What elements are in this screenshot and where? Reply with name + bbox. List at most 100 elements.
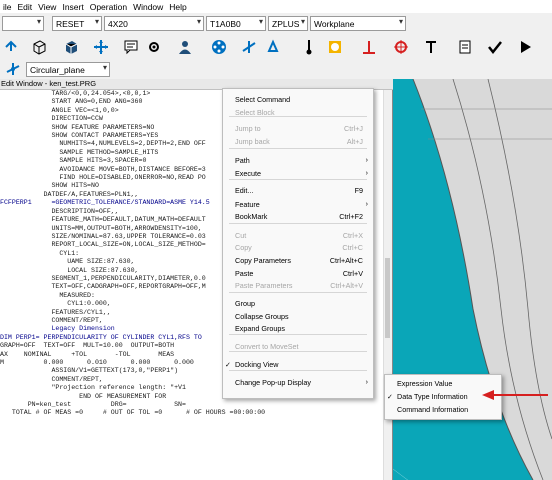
- menu-item-path[interactable]: Path ›: [223, 155, 373, 167]
- chevron-down-icon: ▾: [398, 17, 403, 26]
- menu-item-jump-to[interactable]: Jump to Ctrl+J: [223, 123, 373, 135]
- menu-item-label: Jump back: [235, 137, 270, 146]
- menu-item-change-pop-up-display[interactable]: Change Pop-up Display ›: [223, 377, 373, 389]
- menu-item-select-command[interactable]: Select Command: [223, 94, 373, 106]
- menu-help[interactable]: Help: [166, 2, 189, 12]
- plane-icon[interactable]: [4, 60, 22, 78]
- menu-item-label: Cut: [235, 231, 247, 240]
- reset-value: RESET: [56, 19, 85, 29]
- move-icon[interactable]: [92, 38, 110, 56]
- menu-item-cut[interactable]: Cut Ctrl+X: [223, 230, 373, 242]
- menu-item-group[interactable]: Group: [223, 298, 373, 310]
- menu-item-label: Convert to MoveSet: [235, 342, 299, 351]
- rotate-icon[interactable]: [264, 38, 282, 56]
- menu-item-shortcut: Ctrl+F2: [339, 212, 363, 221]
- chevron-right-icon: ›: [365, 170, 368, 177]
- menu-separator: [229, 223, 367, 224]
- menu-file[interactable]: ile: [0, 2, 15, 12]
- menu-item-paste-parameters[interactable]: Paste Parameters Ctrl+Alt+V: [223, 280, 373, 292]
- code-line[interactable]: PN=ken_test DRG= SN=: [0, 401, 386, 409]
- workplane-combo[interactable]: Workplane ▾: [310, 16, 406, 31]
- main-toolbar: [0, 35, 552, 59]
- submenu-item-command-information[interactable]: Command Information: [385, 404, 501, 416]
- chevron-down-icon: ▾: [102, 63, 107, 72]
- scrollbar-thumb[interactable]: [385, 258, 390, 338]
- zplus-combo[interactable]: ZPLUS ▾: [268, 16, 308, 31]
- report-icon[interactable]: [456, 38, 474, 56]
- menu-operation[interactable]: Operation: [87, 2, 130, 12]
- submenu-item-label: Command Information: [397, 405, 469, 414]
- menu-view[interactable]: View: [35, 2, 59, 12]
- settings-icon[interactable]: [146, 38, 164, 56]
- operator-icon[interactable]: [176, 38, 194, 56]
- workplane-value: Workplane: [314, 19, 355, 29]
- menu-item-label: Group: [235, 299, 255, 308]
- menu-item-shortcut: Ctrl+C: [342, 243, 363, 252]
- menu-window[interactable]: Window: [130, 2, 166, 12]
- position-icon[interactable]: [392, 38, 410, 56]
- text-icon[interactable]: [422, 38, 440, 56]
- menu-item-feature[interactable]: Feature ›: [223, 199, 373, 211]
- solid-cube-icon[interactable]: [62, 38, 80, 56]
- menu-item-label: Paste Parameters: [235, 281, 293, 290]
- checkmark-icon: ✓: [387, 392, 394, 401]
- menu-item-label: Jump to: [235, 124, 261, 133]
- menu-item-copy-parameters[interactable]: Copy Parameters Ctrl+Alt+C: [223, 255, 373, 267]
- menu-item-collapse-groups[interactable]: Collapse Groups: [223, 311, 373, 323]
- chevron-down-icon: ▾: [258, 17, 263, 26]
- menu-item-jump-back[interactable]: Jump back Alt+J: [223, 136, 373, 148]
- menu-item-expand-groups[interactable]: Expand Groups: [223, 323, 373, 335]
- zplus-value: ZPLUS: [272, 19, 300, 29]
- menu-item-execute[interactable]: Execute ›: [223, 168, 373, 180]
- menu-item-label: Expand Groups: [235, 324, 285, 333]
- context-menu: Select Command Select Block Jump to Ctrl+J J…: [222, 88, 374, 399]
- menu-item-label: Collapse Groups: [235, 312, 289, 321]
- probe-axes-icon[interactable]: [240, 38, 258, 56]
- blank-combo[interactable]: ▾: [2, 16, 44, 31]
- tip-icon[interactable]: [300, 38, 318, 56]
- comment-icon[interactable]: [122, 38, 140, 56]
- menu-item-shortcut: Ctrl+Alt+C: [329, 256, 363, 265]
- chevron-right-icon: ›: [365, 379, 368, 386]
- menu-item-shortcut: Ctrl+J: [344, 124, 363, 133]
- menu-separator: [229, 148, 367, 149]
- annotation-arrow: [482, 390, 548, 400]
- perpendicular-icon[interactable]: [360, 38, 378, 56]
- menu-item-paste[interactable]: Paste Ctrl+V: [223, 268, 373, 280]
- menu-item-copy[interactable]: Copy Ctrl+C: [223, 242, 373, 254]
- execute-icon[interactable]: [516, 38, 534, 56]
- checkmark-icon[interactable]: [486, 38, 504, 56]
- menu-item-label: Edit...: [235, 186, 254, 195]
- plane-combo[interactable]: Circular_plane ▾: [26, 62, 110, 77]
- menu-item-convert-to-moveset[interactable]: Convert to MoveSet: [223, 341, 373, 353]
- code-line[interactable]: TOTAL # OF MEAS =0 # OUT OF TOL =0 # OF …: [0, 409, 386, 417]
- menu-item-label: Select Block: [235, 108, 275, 117]
- menu-item-shortcut: Ctrl+X: [342, 231, 363, 240]
- menu-edit[interactable]: Edit: [15, 2, 36, 12]
- menu-item-bookmark[interactable]: BookMark Ctrl+F2: [223, 211, 373, 223]
- chevron-right-icon: ›: [365, 157, 368, 164]
- menu-item-label: Change Pop-up Display: [235, 378, 311, 387]
- chevron-down-icon: ▾: [196, 17, 201, 26]
- menu-item-docking-view[interactable]: ✓ Docking View: [223, 359, 373, 371]
- probe-combo[interactable]: 4X20 ▾: [104, 16, 204, 31]
- menu-item-select-block[interactable]: Select Block: [223, 107, 373, 119]
- wireframe-cube-icon[interactable]: [30, 38, 48, 56]
- plane-value: Circular_plane: [30, 65, 85, 75]
- probe-mode-icon[interactable]: [2, 38, 20, 56]
- vertical-scrollbar[interactable]: [383, 90, 392, 480]
- menu-item-label: Copy Parameters: [235, 256, 291, 265]
- menu-item-label: Docking View: [235, 360, 279, 369]
- tip-combo[interactable]: T1A0B0 ▾: [206, 16, 266, 31]
- menu-item-label: Copy: [235, 243, 252, 252]
- menu-item-label: Feature: [235, 200, 260, 209]
- menu-item-label: Select Command: [235, 95, 291, 104]
- selector-bar: ▾ RESET ▾ 4X20 ▾ T1A0B0 ▾ ZPLUS ▾ Workplane ▾: [0, 13, 552, 35]
- hit-targets-icon[interactable]: [210, 38, 228, 56]
- reset-combo[interactable]: RESET ▾: [52, 16, 102, 31]
- menu-item-shortcut: Alt+J: [346, 137, 363, 146]
- menu-insert[interactable]: Insert: [59, 2, 86, 12]
- checkmark-icon: ✓: [225, 360, 232, 369]
- menu-item-edit[interactable]: Edit... F9: [223, 185, 373, 197]
- circle-feature-icon[interactable]: [326, 38, 344, 56]
